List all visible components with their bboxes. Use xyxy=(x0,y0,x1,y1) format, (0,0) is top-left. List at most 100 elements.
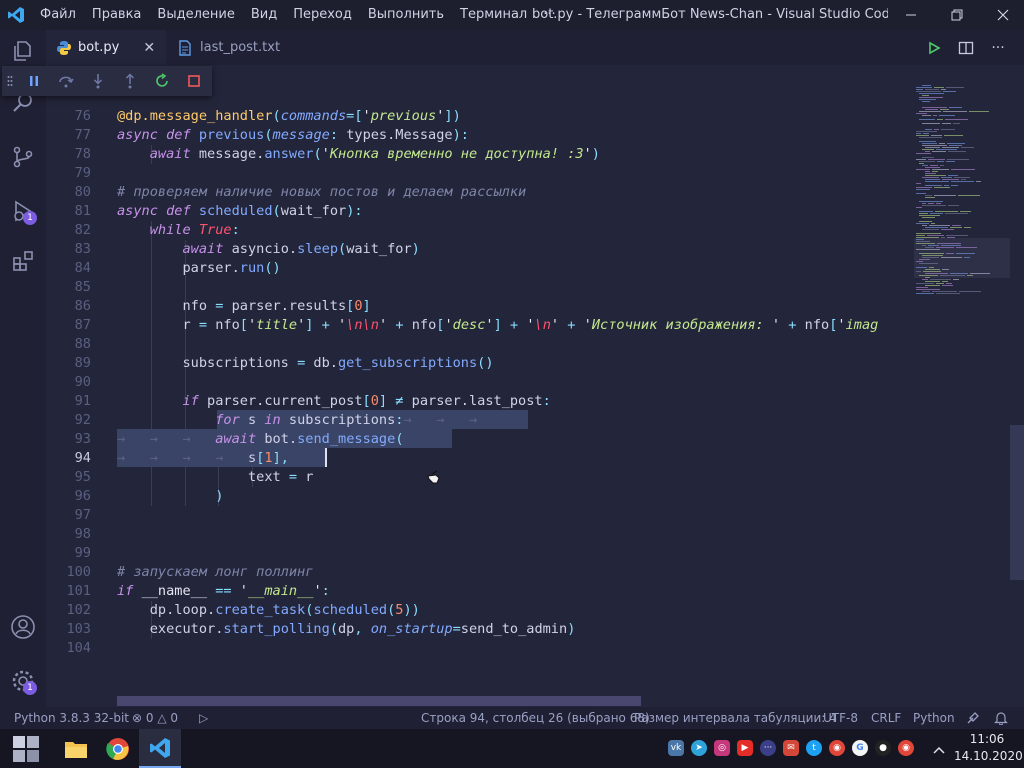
minimap-line xyxy=(946,283,952,284)
line-number: 82 xyxy=(74,222,91,238)
step-out-icon[interactable] xyxy=(114,66,146,96)
minimap-slider[interactable] xyxy=(914,238,1010,278)
code-line[interactable]: 93 → → → await bot.send_message( xyxy=(46,430,956,449)
line-number: 94 xyxy=(74,450,91,466)
menu-edit[interactable]: Правка xyxy=(84,0,149,30)
tab-size[interactable]: Размер интервала табуляции: 4 xyxy=(634,707,837,729)
show-hidden-icons-chevron-icon[interactable] xyxy=(932,741,946,760)
code-line[interactable]: 88 xyxy=(46,335,956,354)
code-line[interactable]: 80 # проверяем наличие новых постов и дел… xyxy=(46,183,956,202)
close-window-button[interactable] xyxy=(980,0,1024,30)
step-over-icon[interactable] xyxy=(50,66,82,96)
code-line[interactable]: 87 r = nfo['title'] + '\n\n' + nfo['desc… xyxy=(46,316,956,335)
minimap-line xyxy=(925,147,940,148)
tab-last-post-txt[interactable]: last_post.txt xyxy=(168,30,308,65)
gmail-icon[interactable]: ✉ xyxy=(783,740,799,756)
menu-terminal[interactable]: Терминал xyxy=(452,0,535,30)
run-icon[interactable]: ▷ xyxy=(199,707,208,729)
chrome-tray-icon[interactable]: ◉ xyxy=(829,740,845,756)
code-line[interactable]: 83 await asyncio.sleep(wait_for) xyxy=(46,240,956,259)
language-mode[interactable]: Python xyxy=(913,707,955,729)
code-line[interactable]: 103 executor.start_polling(dp, on_startu… xyxy=(46,620,956,639)
media-icon[interactable]: ● xyxy=(875,740,891,756)
source-control-icon[interactable] xyxy=(8,142,38,172)
code-line[interactable]: 77 async def previous(message: types.Mess… xyxy=(46,126,956,145)
code-line[interactable]: 100 # запускаем лонг поллинг xyxy=(46,563,956,582)
telegram-icon[interactable]: ➤ xyxy=(691,740,707,756)
account-icon[interactable] xyxy=(8,612,38,642)
vk-icon[interactable]: vk xyxy=(668,740,684,756)
extensions-icon[interactable] xyxy=(8,246,38,276)
close-tab-icon[interactable]: ✕ xyxy=(143,40,155,56)
start-menu-icon[interactable] xyxy=(6,729,46,768)
line-number: 95 xyxy=(74,469,91,485)
settings-badge: 1 xyxy=(23,681,37,695)
horizontal-scrollbar[interactable] xyxy=(117,696,641,706)
code-line[interactable]: 92 for s in subscriptions:→ → → xyxy=(46,411,956,430)
restore-button[interactable] xyxy=(934,0,980,30)
vscode-logo-icon[interactable] xyxy=(0,0,32,30)
code-line[interactable]: 90 xyxy=(46,373,956,392)
encoding[interactable]: UTF-8 xyxy=(823,707,858,729)
code-line[interactable]: 81 async def scheduled(wait_for): xyxy=(46,202,956,221)
restart-icon[interactable] xyxy=(146,66,178,96)
code-line[interactable]: 96 ) xyxy=(46,487,956,506)
code-line[interactable]: 76 @dp.message_handler(commands=['previou… xyxy=(46,107,956,126)
menu-selection[interactable]: Выделение xyxy=(149,0,242,30)
line-number: 83 xyxy=(74,241,91,257)
chrome-tray-icon-2[interactable]: ◉ xyxy=(898,740,914,756)
step-into-icon[interactable] xyxy=(82,66,114,96)
code-line[interactable]: 91 if parser.current_post[0] ≠ parser.la… xyxy=(46,392,956,411)
menu-file[interactable]: Файл xyxy=(32,0,84,30)
code-line[interactable]: 82 while True: xyxy=(46,221,956,240)
more-actions-icon[interactable]: ··· xyxy=(982,40,1014,56)
run-file-icon[interactable] xyxy=(918,41,950,55)
twitter-icon[interactable]: t xyxy=(806,740,822,756)
instagram-icon[interactable]: ◎ xyxy=(714,740,730,756)
clock[interactable]: 11:06 14.10.2020 xyxy=(954,731,1023,765)
messenger-icon[interactable]: ··· xyxy=(760,740,776,756)
menu-view[interactable]: Вид xyxy=(243,0,285,30)
google-icon[interactable]: G xyxy=(852,740,868,756)
pause-icon[interactable] xyxy=(18,66,50,96)
explorer-icon[interactable] xyxy=(8,36,38,66)
code-line[interactable]: 94 → → → → s[1], xyxy=(46,449,956,468)
code-line[interactable]: 85 xyxy=(46,278,956,297)
minimap-line xyxy=(919,119,935,120)
code-line[interactable]: 99 xyxy=(46,544,956,563)
minimap-line xyxy=(916,293,934,294)
file-explorer-icon[interactable] xyxy=(55,729,97,768)
stop-icon[interactable] xyxy=(178,66,210,96)
drag-handle-icon[interactable] xyxy=(2,66,18,96)
vertical-scrollbar[interactable] xyxy=(1010,425,1024,580)
code-editor[interactable]: 76 @dp.message_handler(commands=['previou… xyxy=(46,65,1024,707)
code-line[interactable]: 104 xyxy=(46,639,956,658)
chrome-icon[interactable] xyxy=(97,729,139,768)
code-line[interactable]: 98 xyxy=(46,525,956,544)
split-editor-icon[interactable] xyxy=(950,40,982,56)
cursor-position[interactable]: Строка 94, столбец 26 (выбрано 68) xyxy=(421,707,650,729)
code-line[interactable]: 102 dp.loop.create_task(scheduled(5)) xyxy=(46,601,956,620)
code-line[interactable]: 89 subscriptions = db.get_subscriptions(… xyxy=(46,354,956,373)
minimap-line xyxy=(916,89,923,90)
minimize-button[interactable] xyxy=(888,0,934,30)
menu-go[interactable]: Переход xyxy=(285,0,360,30)
youtube-icon[interactable]: ▶ xyxy=(737,740,753,756)
minimap-line xyxy=(943,111,967,112)
code-line[interactable]: 86 nfo = parser.results[0] xyxy=(46,297,956,316)
code-line[interactable]: 79 xyxy=(46,164,956,183)
menu-run[interactable]: Выполнить xyxy=(360,0,452,30)
minimap-line xyxy=(954,177,970,178)
error-count: 0 xyxy=(145,711,154,725)
tab-bot-py[interactable]: bot.py ✕ xyxy=(46,30,166,65)
code-line[interactable]: 95 text = r xyxy=(46,468,956,487)
problems-indicator[interactable]: ⊗ 0 △ 0 xyxy=(132,707,178,729)
code-line[interactable]: 78 await message.answer('Кнопка временно… xyxy=(46,145,956,164)
line-code: parser.run() xyxy=(117,260,281,276)
vscode-taskbar-icon[interactable] xyxy=(139,729,181,768)
python-interpreter[interactable]: Python 3.8.3 32-bit xyxy=(14,707,129,729)
code-line[interactable]: 84 parser.run() xyxy=(46,259,956,278)
code-line[interactable]: 101 if __name__ == '__main__': xyxy=(46,582,956,601)
code-line[interactable]: 97 xyxy=(46,506,956,525)
line-ending[interactable]: CRLF xyxy=(871,707,901,729)
